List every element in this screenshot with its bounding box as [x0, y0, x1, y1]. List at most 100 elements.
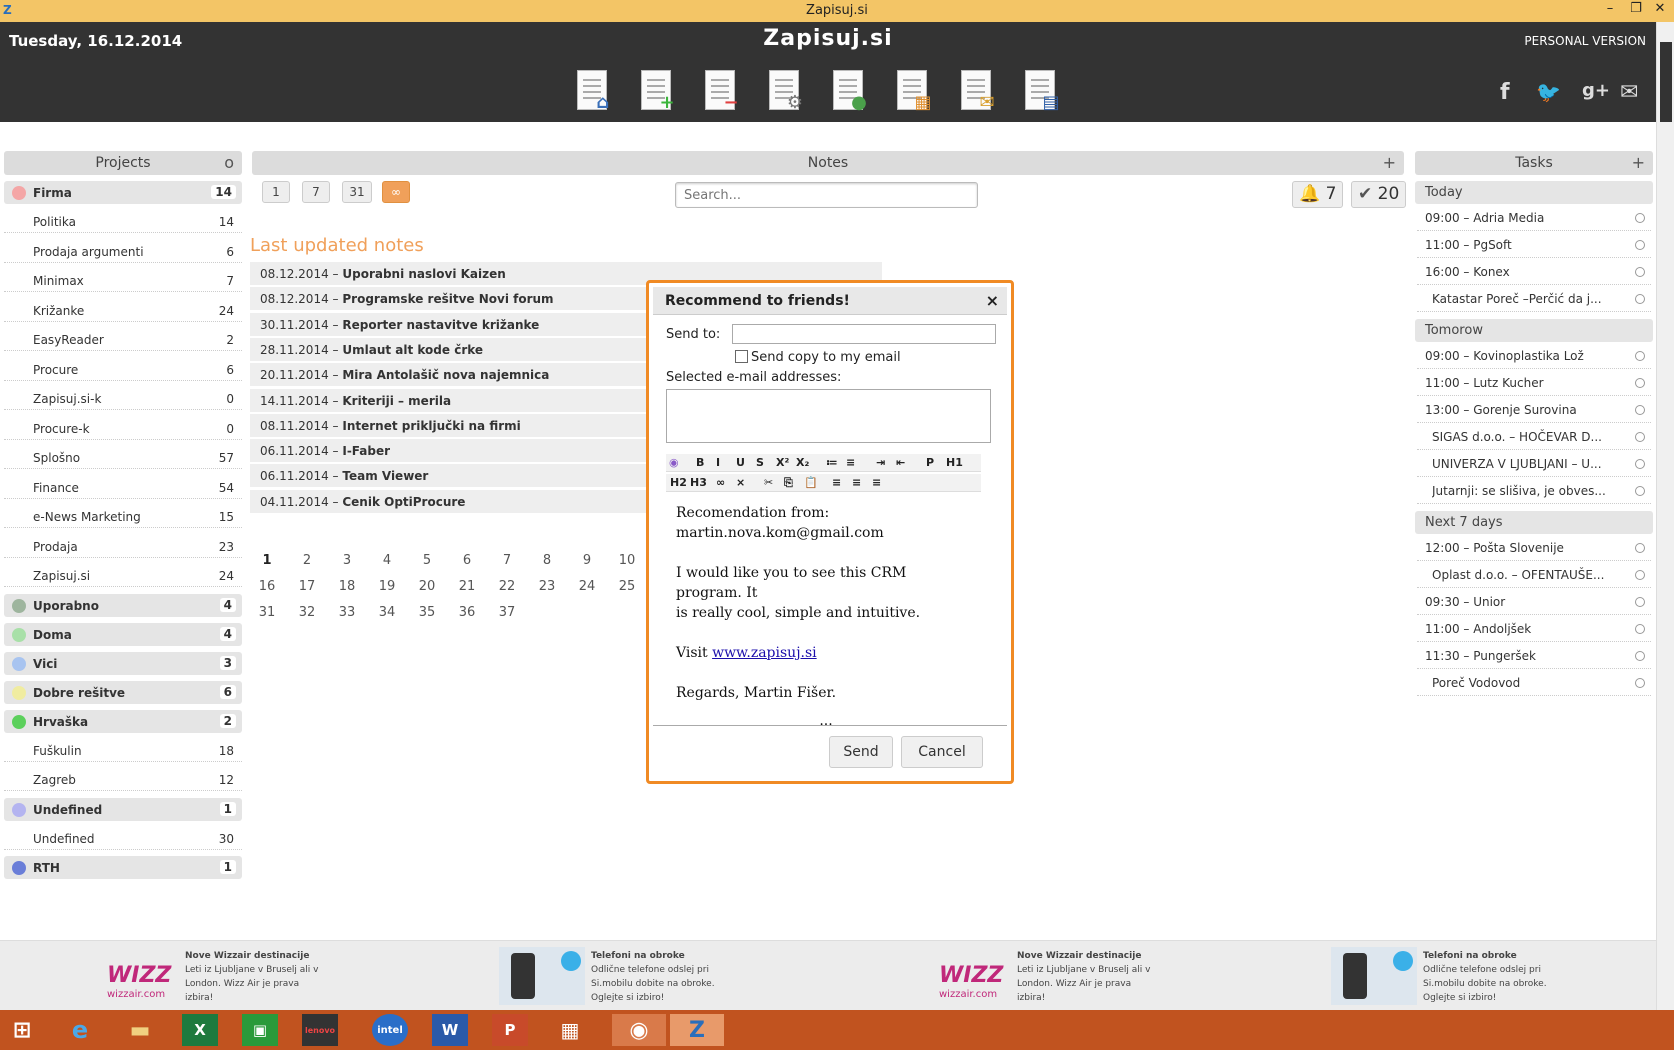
task-item[interactable]: 11:30 – Pungeršek	[1417, 643, 1651, 669]
project-item[interactable]: Undefined 30	[4, 827, 242, 850]
heading-2-button[interactable]: H2	[670, 476, 687, 489]
add-note-button[interactable]: +	[637, 70, 679, 118]
ad-banner[interactable]: WIZZ wizzair.com Nove Wizzair destinacije L…	[937, 947, 1177, 1007]
page-number[interactable]: 37	[492, 605, 522, 620]
page-number[interactable]: 5	[412, 553, 442, 568]
page-scrollbar[interactable]	[1656, 22, 1674, 1010]
message-editor[interactable]: Recomendation from: martin.nova.kom@gmai…	[676, 503, 976, 731]
task-item[interactable]: 13:00 – Gorenje Surovina	[1417, 397, 1651, 423]
mail-button[interactable]: ✉	[957, 70, 999, 118]
send-to-input[interactable]	[732, 324, 996, 344]
unlink-button[interactable]: ⨯	[736, 476, 745, 489]
project-item[interactable]: EasyReader 2	[4, 328, 242, 351]
task-item[interactable]: Katastar Poreč –Perčić da j...	[1417, 286, 1651, 312]
page-number[interactable]: 10	[612, 553, 642, 568]
project-item[interactable]: Križanke 24	[4, 299, 242, 322]
page-number[interactable]: 25	[612, 579, 642, 594]
task-item[interactable]: 16:00 – Konex	[1417, 259, 1651, 285]
subscript-button[interactable]: X₂	[796, 456, 809, 469]
file-explorer-icon[interactable]: ▬	[122, 1014, 158, 1046]
page-number[interactable]: 24	[572, 579, 602, 594]
page-number[interactable]: 2	[292, 553, 322, 568]
email-icon[interactable]: ✉	[1620, 80, 1638, 105]
task-item[interactable]: 11:00 – Andoljšek	[1417, 616, 1651, 642]
page-number[interactable]: 17	[292, 579, 322, 594]
task-complete-circle[interactable]	[1635, 213, 1645, 223]
project-item[interactable]: Prodaja 23	[4, 535, 242, 558]
task-complete-circle[interactable]	[1635, 405, 1645, 415]
task-complete-circle[interactable]	[1635, 351, 1645, 361]
send-copy-checkbox[interactable]	[735, 350, 748, 363]
projects-toggle[interactable]: o	[224, 151, 234, 175]
dialog-close-icon[interactable]: ×	[986, 287, 999, 315]
project-item[interactable]: Finance 54	[4, 476, 242, 499]
word-icon[interactable]: W	[432, 1014, 468, 1046]
page-number[interactable]: 16	[252, 579, 282, 594]
project-group[interactable]: RTH 1	[4, 856, 242, 879]
project-group[interactable]: Dobre rešitve 6	[4, 680, 242, 704]
page-number[interactable]: 34	[372, 605, 402, 620]
apps-icon[interactable]: ▦	[552, 1014, 588, 1046]
project-item[interactable]: Zagreb 12	[4, 768, 242, 791]
page-number[interactable]: 31	[252, 605, 282, 620]
task-item[interactable]: Jutarnji: se slišiva, je obves...	[1417, 478, 1651, 504]
remove-note-button[interactable]: −	[701, 70, 743, 118]
table-button[interactable]: ▦	[893, 70, 935, 118]
unordered-list-button[interactable]: ≡	[846, 456, 855, 469]
ordered-list-button[interactable]: ≔	[826, 456, 838, 469]
ad-banner[interactable]: Telefoni na obroke Odlične telefone odsle…	[499, 947, 745, 1007]
page-number[interactable]: 22	[492, 579, 522, 594]
page-number[interactable]: 23	[532, 579, 562, 594]
filter-all[interactable]: ∞	[382, 181, 410, 203]
page-number[interactable]: 32	[292, 605, 322, 620]
project-item[interactable]: Splošno 57	[4, 446, 242, 469]
print-button[interactable]: ▤	[1021, 70, 1063, 118]
task-item[interactable]: 12:00 – Pošta Slovenije	[1417, 535, 1651, 561]
outdent-button[interactable]: ⇤	[896, 456, 905, 469]
ad-banner[interactable]: WIZZ wizzair.com Nove Wizzair destinacije L…	[105, 947, 345, 1007]
website-link[interactable]: www.zapisuj.si	[712, 645, 817, 661]
project-group[interactable]: Undefined 1	[4, 797, 242, 821]
home-button[interactable]: ⌂	[573, 70, 615, 118]
powerpoint-icon[interactable]: P	[492, 1014, 528, 1046]
project-item[interactable]: Prodaja argumenti 6	[4, 240, 242, 263]
project-group[interactable]: Firma 14	[4, 181, 242, 204]
task-item[interactable]: 09:00 – Adria Media	[1417, 205, 1651, 231]
lenovo-icon[interactable]: lenovo	[302, 1014, 338, 1046]
store-icon[interactable]: ▣	[242, 1014, 278, 1046]
notes-search-input[interactable]	[675, 182, 978, 208]
cut-button[interactable]: ✂	[764, 476, 773, 489]
paste-button[interactable]: 📋	[804, 476, 818, 489]
italic-button[interactable]: I	[716, 456, 720, 469]
project-group[interactable]: Uporabno 4	[4, 593, 242, 617]
page-number[interactable]: 21	[452, 579, 482, 594]
page-number[interactable]: 33	[332, 605, 362, 620]
add-note-plus[interactable]: +	[1383, 151, 1396, 175]
filter-1-day[interactable]: 1	[262, 181, 290, 203]
task-complete-circle[interactable]	[1635, 459, 1645, 469]
page-number[interactable]: 8	[532, 553, 562, 568]
chrome-icon[interactable]: ◉	[612, 1014, 666, 1046]
scrollbar-thumb[interactable]	[1660, 42, 1672, 122]
project-group[interactable]: Hrvaška 2	[4, 709, 242, 733]
page-number[interactable]: 18	[332, 579, 362, 594]
task-complete-circle[interactable]	[1635, 651, 1645, 661]
project-item[interactable]: e-News Marketing 15	[4, 505, 242, 528]
task-complete-circle[interactable]	[1635, 378, 1645, 388]
project-item[interactable]: Zapisuj.si 24	[4, 564, 242, 587]
project-item[interactable]: Minimax 7	[4, 269, 242, 292]
page-number[interactable]: 7	[492, 553, 522, 568]
page-number[interactable]: 20	[412, 579, 442, 594]
cancel-button[interactable]: Cancel	[901, 736, 983, 768]
page-number[interactable]: 1	[252, 553, 282, 568]
settings-button[interactable]: ⚙	[765, 70, 807, 118]
task-complete-circle[interactable]	[1635, 570, 1645, 580]
close-window-icon[interactable]: ✕	[1648, 1, 1672, 16]
facebook-icon[interactable]: f	[1500, 80, 1510, 105]
done-counter[interactable]: ✔ 20	[1351, 181, 1407, 208]
page-number[interactable]: 36	[452, 605, 482, 620]
bold-button[interactable]: B	[696, 456, 704, 469]
restore-icon[interactable]: ❐	[1624, 1, 1648, 16]
task-complete-circle[interactable]	[1635, 432, 1645, 442]
task-complete-circle[interactable]	[1635, 294, 1645, 304]
